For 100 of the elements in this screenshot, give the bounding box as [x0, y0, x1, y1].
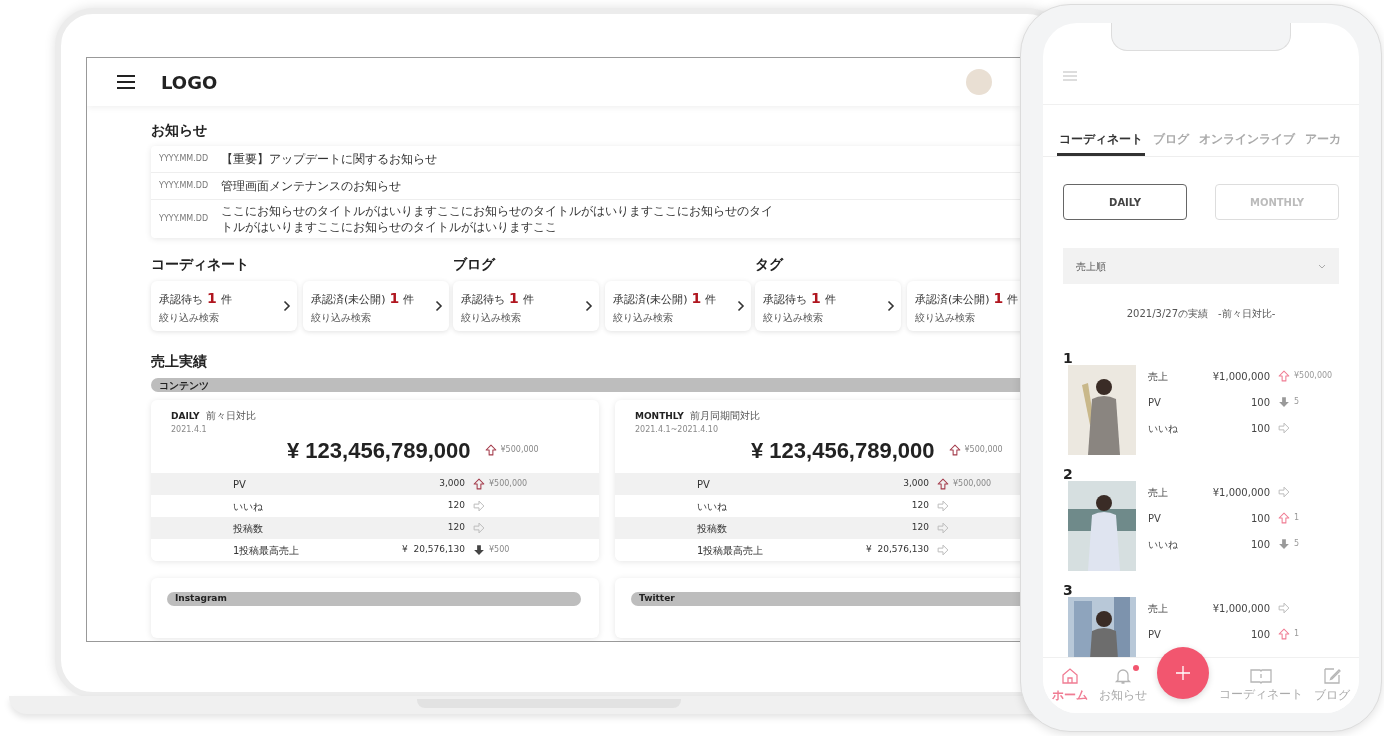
category-band: Instagram	[167, 592, 581, 606]
metric-label: いいね	[233, 499, 264, 514]
metric-value: 100	[1249, 511, 1270, 526]
change-amount: ¥500,000	[964, 444, 1003, 456]
rank-number: 1	[1063, 351, 1074, 365]
approval-card[interactable]: 承認済(未公開) 1 件 絞り込み検索	[303, 281, 449, 331]
metric-value: 100	[1249, 421, 1270, 436]
unit: 件	[1007, 291, 1019, 308]
sales-total: ¥ 123,456,789,000	[287, 436, 471, 465]
metric-value: ¥1,000,000	[1211, 369, 1270, 384]
section-title: タグ	[755, 255, 785, 274]
unit: 件	[522, 291, 534, 308]
notice-row[interactable]: YYYY.MM.DD ここにお知らせのタイトルがはいりますここにお知らせのタイトルがはいりますここにお知らせのタイトルがはいりますここにお知らせのタイトルがはいりますここ	[151, 200, 1020, 238]
notice-title: 管理画面メンテナンスのお知らせ	[221, 178, 402, 194]
chevron-right-icon	[283, 300, 291, 312]
sales-total: ¥ 123,456,789,000	[751, 436, 935, 465]
notice-title: ここにお知らせのタイトルがはいりますここにお知らせのタイトルがはいりますここにお知らせのタイトルがはいりますここにお知らせのタイトルがはいりますここ	[221, 203, 774, 235]
filter-link[interactable]: 絞り込み検索	[461, 309, 585, 325]
bell-icon	[1113, 667, 1132, 685]
count: 1	[811, 288, 821, 308]
section-title: 売上実績	[151, 352, 208, 371]
metric-value: 100	[1249, 537, 1270, 552]
change-amount: ¥500	[489, 544, 510, 556]
unit: 件	[705, 291, 717, 308]
add-button[interactable]	[1156, 646, 1209, 699]
count: 1	[207, 288, 217, 308]
menu-icon[interactable]	[117, 75, 135, 89]
change-amount: 1	[1294, 628, 1300, 640]
change-amount: 5	[1294, 538, 1300, 550]
notice-title: 【重要】アップデートに関するお知らせ	[221, 151, 438, 167]
plus-icon	[1174, 664, 1191, 681]
status-label: 承認済(未公開)	[915, 291, 990, 308]
period-label: DAILY	[171, 410, 200, 423]
metric-value: 120	[446, 521, 465, 535]
filter-link[interactable]: 絞り込み検索	[613, 309, 737, 325]
home-icon	[1061, 667, 1080, 685]
metric-label: いいね	[697, 499, 728, 514]
metric-value: 100	[1249, 627, 1270, 642]
metric-value: 100	[1249, 395, 1270, 410]
filter-link[interactable]: 絞り込み検索	[159, 309, 283, 325]
metric-label: 売上	[1148, 485, 1169, 500]
compare-label: 前月同期間対比	[689, 409, 760, 423]
unit: 件	[403, 291, 415, 308]
metric-label: 1投稿最高売上	[697, 543, 765, 558]
rank-number: 3	[1063, 583, 1074, 597]
unit: 件	[220, 291, 232, 308]
metric-label: 1投稿最高売上	[233, 543, 301, 558]
tab[interactable]: コーディネート	[1057, 124, 1145, 156]
metric-label: 売上	[1148, 369, 1169, 384]
metric-value: ¥1,000,000	[1211, 485, 1270, 500]
edit-icon	[1322, 667, 1341, 685]
section-title: お知らせ	[151, 121, 208, 140]
period-button[interactable]: DAILY	[1063, 184, 1187, 220]
category-band: Twitter	[631, 592, 1020, 606]
approval-card[interactable]: 承認待ち 1 件 絞り込み検索	[453, 281, 599, 331]
rank-number: 2	[1063, 467, 1074, 481]
change-amount: ¥500,000	[489, 478, 528, 490]
metric-label: 売上	[1148, 601, 1169, 616]
notice-date: YYYY.MM.DD	[159, 213, 210, 225]
metric-label: いいね	[1148, 537, 1179, 552]
approval-card[interactable]: 承認済(未公開) 1 件 絞り込み検索	[605, 281, 751, 331]
sort-select[interactable]: 売上順	[1063, 248, 1339, 284]
change-amount: 5	[1294, 396, 1300, 408]
metric-label: PV	[1148, 627, 1162, 642]
filter-link[interactable]: 絞り込み検索	[311, 309, 435, 325]
metric-value: 120	[910, 521, 929, 535]
chevron-right-icon	[737, 300, 745, 312]
metric-label: 投稿数	[697, 521, 728, 536]
count: 1	[389, 288, 400, 308]
logo: LOGO	[161, 70, 218, 95]
unit: 件	[824, 291, 836, 308]
section-title: コーディネート	[151, 255, 250, 274]
metric-value: ¥1,000,000	[1211, 601, 1270, 616]
approval-card[interactable]: 承認済(未公開) 1 件 絞り込み検索	[907, 281, 1020, 331]
notice-date: YYYY.MM.DD	[159, 180, 210, 192]
metric-label: 投稿数	[233, 521, 264, 536]
change-amount: 1	[1294, 512, 1300, 524]
chevron-right-icon	[585, 300, 593, 312]
category-band: コンテンツ	[151, 378, 1020, 392]
metric-value: 3,000	[902, 477, 929, 491]
book-icon	[1250, 668, 1273, 684]
status-label: 承認済(未公開)	[311, 291, 386, 308]
filter-link[interactable]: 絞り込み検索	[763, 309, 887, 325]
count: 1	[691, 288, 702, 308]
period-label: MONTHLY	[635, 410, 684, 423]
count: 1	[993, 288, 1004, 308]
metric-value: 120	[910, 499, 929, 513]
metric-label: PV	[1148, 511, 1162, 526]
change-amount: ¥500,000	[1294, 370, 1333, 382]
filter-link[interactable]: 絞り込み検索	[915, 309, 1020, 325]
date-label: 2021.4.1~2021.4.10	[635, 423, 720, 436]
metric-label: PV	[233, 477, 247, 492]
change-amount: ¥500,000	[500, 444, 539, 456]
status-label: 承認済(未公開)	[613, 291, 688, 308]
status-label: 承認待ち	[763, 291, 807, 308]
metric-value: ¥ 20,576,130	[401, 543, 465, 557]
approval-card[interactable]: 承認待ち 1 件 絞り込み検索	[151, 281, 297, 331]
approval-card[interactable]: 承認待ち 1 件 絞り込み検索	[755, 281, 901, 331]
chevron-right-icon	[887, 300, 895, 312]
ranking-heading: 2021/3/27の実績 -前々日対比-	[1125, 307, 1277, 321]
